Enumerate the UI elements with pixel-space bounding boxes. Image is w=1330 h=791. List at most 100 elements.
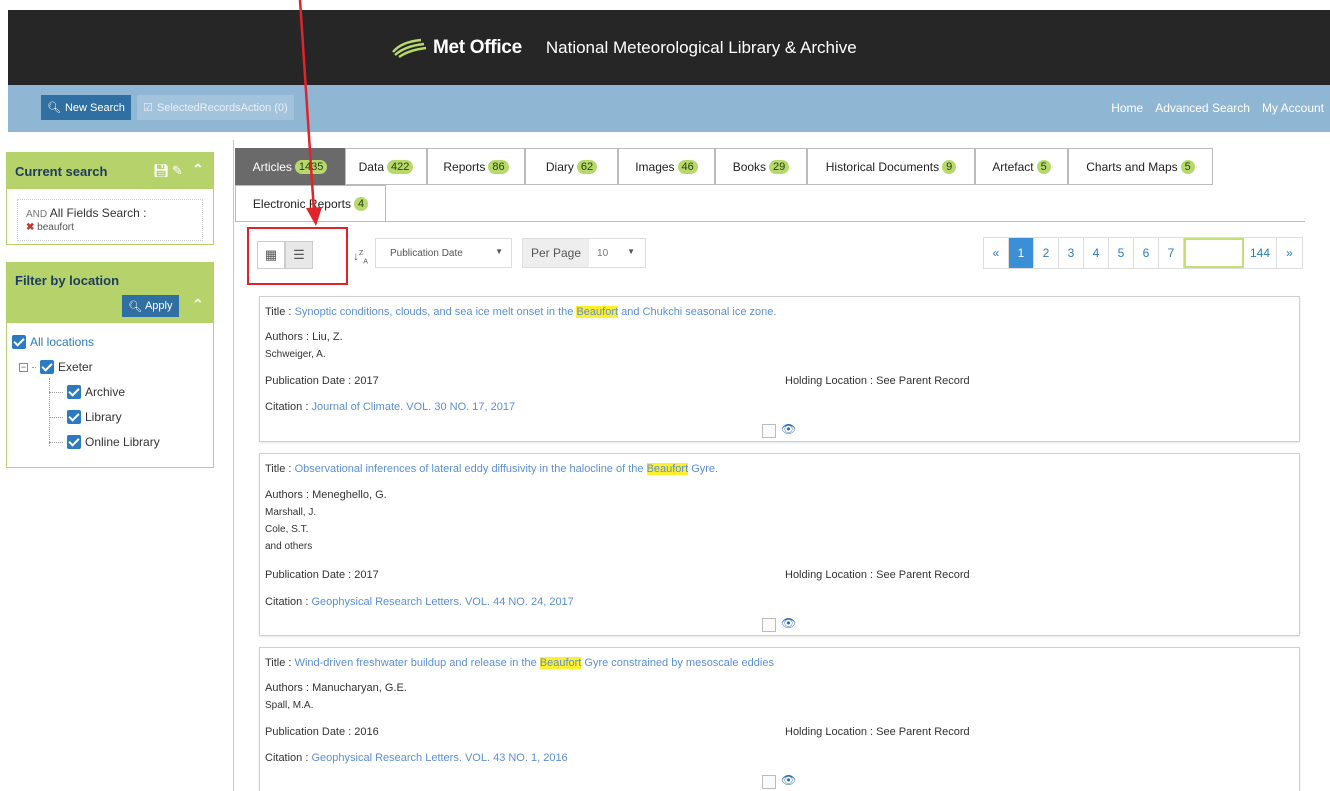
tab-count-badge: 5 <box>1036 159 1051 174</box>
record-title-line: Title : Observational inferences of late… <box>265 463 718 475</box>
authors-label: Authors : <box>265 331 310 343</box>
search-field-name: All Fields Search : <box>49 206 147 220</box>
record-authors: Authors : Manucharyan, G.E. <box>265 682 407 694</box>
sort-by-select[interactable]: Publication Date ▼ <box>375 238 512 268</box>
save-icon[interactable]: 💾︎ <box>153 163 170 179</box>
tab-images[interactable]: Images 46 <box>618 148 715 185</box>
page-button-3[interactable]: 3 <box>1059 238 1084 268</box>
pub-date-value: 2017 <box>354 569 379 581</box>
title-highlight: Beaufort <box>576 306 619 318</box>
page-jump-input[interactable] <box>1183 238 1244 268</box>
citation-link[interactable]: Geophysical Research Letters. VOL. 43 NO… <box>311 752 567 764</box>
checkbox-checked-icon[interactable] <box>67 435 81 449</box>
page-button-7[interactable]: 7 <box>1159 238 1184 268</box>
tab-label: Images <box>635 159 675 174</box>
record-title-line: Title : Wind-driven freshwater buildup a… <box>265 657 774 669</box>
met-office-logo-icon <box>392 38 427 58</box>
eye-icon[interactable]: 👁︎ <box>781 616 796 630</box>
author: Meneghello, G. <box>312 489 387 501</box>
tree-item-exeter[interactable]: − Exeter <box>19 360 93 374</box>
tree-connector <box>49 391 63 393</box>
checkbox-checked-icon[interactable] <box>67 410 81 424</box>
tab-count-badge: 4 <box>353 196 369 211</box>
collapse-chevron-up-icon[interactable]: ⌃ <box>192 161 204 178</box>
author: Spall, M.A. <box>265 700 314 711</box>
holding-label: Holding Location : <box>785 726 874 738</box>
record-holding-location: Holding Location : See Parent Record <box>785 375 970 387</box>
sort-az-icon[interactable]: ↓ZA <box>353 249 368 265</box>
citation-link[interactable]: Journal of Climate. VOL. 30 NO. 17, 2017 <box>311 401 515 413</box>
tab-reports[interactable]: Reports 86 <box>427 148 525 185</box>
page-button-2[interactable]: 2 <box>1034 238 1059 268</box>
record-select-checkbox[interactable] <box>762 618 776 632</box>
tab-count-badge: 62 <box>576 159 598 174</box>
advanced-search-link[interactable]: Advanced Search <box>1155 101 1250 115</box>
tree-connector <box>49 416 63 418</box>
apply-filter-button[interactable]: 🔍︎ Apply <box>122 295 179 317</box>
tab-data[interactable]: Data 422 <box>345 148 427 185</box>
tree-item-label: Archive <box>85 385 126 399</box>
page-prev-button[interactable]: « <box>984 238 1009 268</box>
search-operator: AND <box>26 209 48 220</box>
remove-term-icon[interactable]: ✖ <box>26 222 34 233</box>
tree-collapse-toggle[interactable]: − <box>19 362 28 372</box>
title-text: Gyre constrained by mesoscale eddies <box>581 657 774 669</box>
tab-label: Historical Documents <box>825 159 940 174</box>
page-button-5[interactable]: 5 <box>1109 238 1134 268</box>
record-title-link[interactable]: Observational inferences of lateral eddy… <box>294 463 719 475</box>
tab-books[interactable]: Books 29 <box>715 148 807 185</box>
my-account-link[interactable]: My Account <box>1262 101 1324 115</box>
author: and others <box>265 541 313 552</box>
sort-by-value: Publication Date <box>390 247 463 259</box>
page-button-4[interactable]: 4 <box>1084 238 1109 268</box>
tab-count-badge: 9 <box>942 159 957 174</box>
tab-historical-documents[interactable]: Historical Documents 9 <box>807 148 975 185</box>
record-select-checkbox[interactable] <box>762 775 776 789</box>
tree-item-archive[interactable]: Archive <box>49 385 125 399</box>
search-criteria: AND All Fields Search : ✖ beaufort <box>17 199 203 241</box>
tree-item-label: All locations <box>30 335 95 349</box>
tab-electronic-reports[interactable]: Electronic Reports 4 <box>235 185 386 222</box>
collapse-chevron-up-icon[interactable]: ⌃ <box>192 296 204 313</box>
tree-item-library[interactable]: Library <box>49 410 122 424</box>
tree-item-all-locations[interactable]: All locations <box>12 335 94 349</box>
tab-count-badge: 1435 <box>294 159 328 174</box>
record-select-checkbox[interactable] <box>762 424 776 438</box>
edit-pencil-icon[interactable]: ✎ <box>172 163 183 179</box>
tab-articles[interactable]: Articles 1435 <box>235 148 345 185</box>
pub-date-label: Publication Date : <box>265 569 352 581</box>
eye-icon[interactable]: 👁︎ <box>781 422 796 436</box>
brand[interactable]: Met Office National Meteorological Libra… <box>391 37 857 59</box>
tree-item-online-library[interactable]: Online Library <box>49 435 160 449</box>
pub-date-value: 2016 <box>354 726 379 738</box>
title-label: Title : <box>265 657 292 669</box>
page-button-6[interactable]: 6 <box>1134 238 1159 268</box>
tab-charts-and-maps[interactable]: Charts and Maps 5 <box>1068 148 1213 185</box>
tab-artefact[interactable]: Artefact 5 <box>975 148 1068 185</box>
title-text: and Chukchi seasonal ice zone. <box>618 306 777 318</box>
tab-label: Artefact <box>992 159 1034 174</box>
tab-count-badge: 46 <box>677 159 698 174</box>
home-link[interactable]: Home <box>1111 101 1143 115</box>
page-button-1[interactable]: 1 <box>1008 238 1034 268</box>
title-text: Gyre. <box>688 463 719 475</box>
title-highlight: Beaufort <box>646 463 689 475</box>
page-next-button[interactable]: » <box>1277 238 1302 268</box>
citation-link[interactable]: Geophysical Research Letters. VOL. 44 NO… <box>311 596 573 608</box>
record-title-link[interactable]: Synoptic conditions, clouds, and sea ice… <box>295 306 777 318</box>
selected-records-action-button[interactable]: ☑ SelectedRecordsAction (0) <box>137 95 294 120</box>
tab-diary[interactable]: Diary 62 <box>525 148 618 185</box>
title-text: Observational inferences of lateral eddy… <box>294 463 647 475</box>
checkbox-checked-icon[interactable] <box>12 335 26 349</box>
record-title-link[interactable]: Wind-driven freshwater buildup and relea… <box>295 657 774 669</box>
checkbox-checked-icon[interactable] <box>40 360 54 374</box>
authors-label: Authors : <box>265 489 310 501</box>
per-page-control[interactable]: Per Page 10 ▼ <box>522 238 647 268</box>
checkbox-checked-icon[interactable] <box>67 385 81 399</box>
per-page-select[interactable]: 10 ▼ <box>589 239 645 267</box>
author: Schweiger, A. <box>265 349 326 360</box>
eye-icon[interactable]: 👁︎ <box>781 773 796 787</box>
tree-connector <box>32 366 36 368</box>
page-button-last[interactable]: 144 <box>1244 238 1277 268</box>
new-search-button[interactable]: 🔍︎ New Search <box>41 95 131 120</box>
